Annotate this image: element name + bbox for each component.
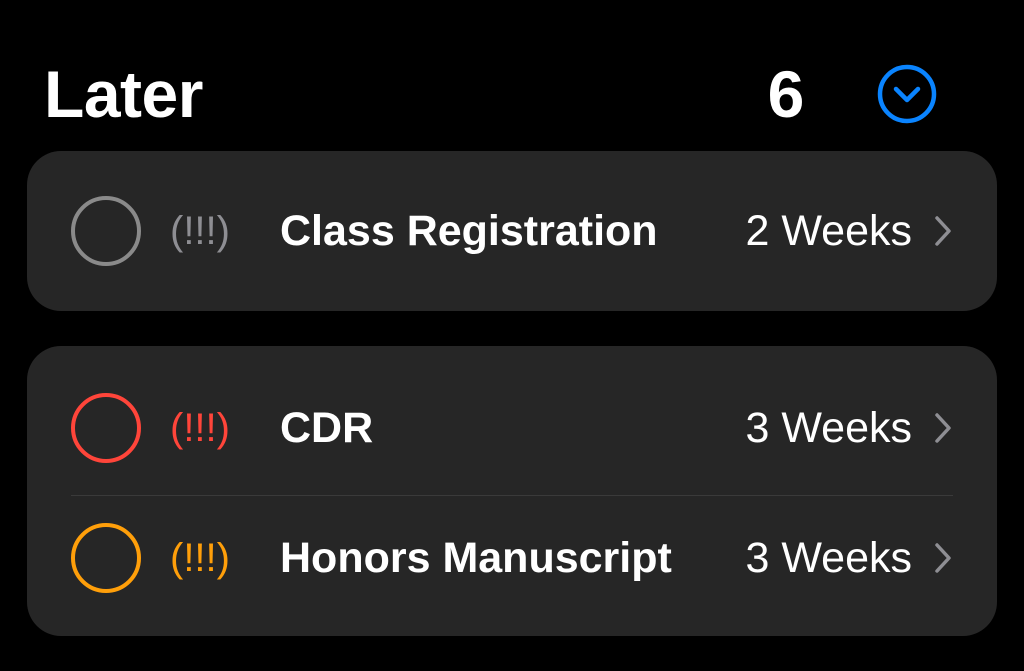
circle-icon: [71, 523, 141, 593]
chevron-right-icon: [933, 214, 953, 248]
priority-indicator: (!!!): [170, 406, 230, 450]
completion-toggle[interactable]: [71, 393, 141, 463]
reminder-row-cdr[interactable]: (!!!) CDR 3 Weeks: [27, 363, 997, 493]
completion-toggle[interactable]: [71, 523, 141, 593]
chevron-down-circle-icon: [877, 64, 937, 124]
section-header: Later 6: [0, 0, 1024, 150]
item-count: 6: [767, 57, 805, 131]
chevron-right-icon: [933, 541, 953, 575]
due-label: 3 Weeks: [745, 534, 913, 582]
chevron-right-icon: [933, 411, 953, 445]
collapse-section-button[interactable]: [877, 64, 937, 124]
reminder-row-class-registration[interactable]: (!!!) Class Registration 2 Weeks: [27, 166, 997, 296]
circle-icon: [71, 196, 141, 266]
reminder-row-honors-manuscript[interactable]: (!!!) Honors Manuscript 3 Weeks: [27, 493, 997, 623]
priority-indicator: (!!!): [170, 209, 230, 253]
due-label: 2 Weeks: [745, 207, 913, 255]
reminder-group: (!!!) CDR 3 Weeks (!!!) Honors Manuscrip…: [27, 346, 997, 636]
reminder-title: Honors Manuscript: [280, 534, 672, 582]
completion-toggle[interactable]: [71, 196, 141, 266]
due-label: 3 Weeks: [745, 404, 913, 452]
reminder-group: (!!!) Class Registration 2 Weeks: [27, 151, 997, 311]
reminder-title: Class Registration: [280, 207, 658, 255]
circle-icon: [71, 393, 141, 463]
priority-indicator: (!!!): [170, 536, 230, 580]
reminder-title: CDR: [280, 404, 374, 452]
section-title: Later: [44, 57, 203, 131]
